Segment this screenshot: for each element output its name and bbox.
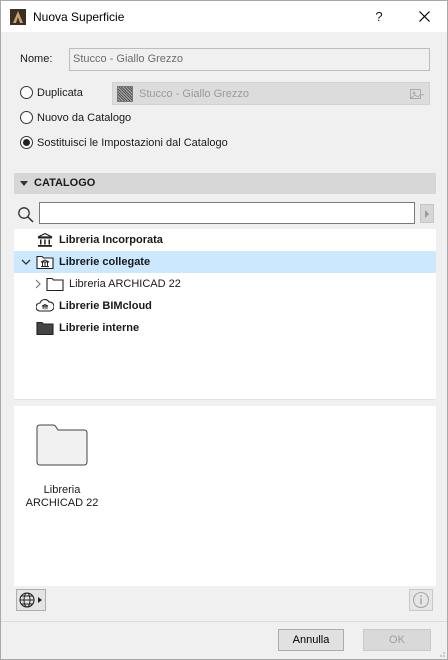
chevron-right-icon[interactable] <box>33 279 43 289</box>
search-icon <box>18 207 34 223</box>
duplicate-source-field: Stucco - Giallo Grezzo <box>112 82 430 105</box>
resize-grip-icon[interactable] <box>437 649 445 657</box>
splitter[interactable] <box>14 399 436 400</box>
radio-new-from-catalog[interactable] <box>20 111 33 124</box>
info-button[interactable] <box>409 589 433 611</box>
help-button[interactable]: ? <box>367 5 391 29</box>
content-bottom-bar <box>14 586 436 614</box>
tree-item-label: Libreria Incorporata <box>59 234 163 246</box>
close-icon <box>418 11 430 22</box>
library-icon <box>37 232 53 247</box>
library-menu-button[interactable] <box>16 589 46 611</box>
radio-new-from-catalog-label: Nuovo da Catalogo <box>37 112 132 124</box>
folder-icon <box>36 424 88 466</box>
material-swatch-icon <box>117 86 133 102</box>
library-tree[interactable]: Libreria Incorporata Librerie collegate <box>14 229 436 399</box>
globe-icon <box>19 592 42 608</box>
name-label: Nome: <box>20 53 53 65</box>
cancel-button[interactable]: Annulla <box>278 629 344 651</box>
archicad-app-icon <box>10 9 26 25</box>
tree-item-internal-libraries[interactable]: Librerie interne <box>14 317 436 339</box>
collapse-arrow-icon <box>20 181 28 186</box>
tree-item-bimcloud-libraries[interactable]: Librerie BIMcloud <box>14 295 436 317</box>
folder-filled-icon <box>36 321 54 336</box>
dialog-window: Nuova Superficie ? Nome: Stucco - Giallo… <box>0 0 448 660</box>
chevron-down-icon[interactable] <box>21 257 31 267</box>
bimcloud-icon <box>36 299 54 312</box>
radio-replace-settings[interactable] <box>20 136 33 149</box>
catalog-search-input[interactable] <box>39 202 415 224</box>
linked-library-icon <box>36 255 54 270</box>
library-content-panel: Libreria ARCHICAD 22 <box>14 406 436 586</box>
radio-duplicate-label: Duplicata <box>37 87 83 99</box>
folder-icon <box>46 277 64 292</box>
radio-replace-settings-label: Sostituisci le Impostazioni dal Catalogo <box>37 137 228 149</box>
catalog-section-header[interactable]: CATALOGO <box>14 173 436 194</box>
info-icon <box>412 591 430 609</box>
catalog-section-title: CATALOGO <box>34 177 96 189</box>
content-item-label: Libreria ARCHICAD 22 <box>25 484 99 509</box>
name-field[interactable]: Stucco - Giallo Grezzo <box>69 48 430 71</box>
content-item-archicad-library[interactable]: Libreria ARCHICAD 22 <box>14 406 110 516</box>
title-bar: Nuova Superficie ? <box>1 1 447 32</box>
tree-item-label: Librerie collegate <box>59 256 151 268</box>
footer-separator <box>1 621 447 622</box>
tree-item-label: Libreria ARCHICAD 22 <box>69 278 181 290</box>
dialog-title: Nuova Superficie <box>33 10 125 24</box>
tree-item-linked-libraries[interactable]: Librerie collegate <box>14 251 436 273</box>
close-button[interactable] <box>411 5 437 29</box>
duplicate-source-value: Stucco - Giallo Grezzo <box>139 88 250 100</box>
tree-item-label: Librerie interne <box>59 322 140 334</box>
tree-item-archicad-library[interactable]: Libreria ARCHICAD 22 <box>14 273 436 295</box>
material-picker-icon <box>410 89 424 99</box>
tree-item-label: Librerie BIMcloud <box>59 300 152 312</box>
ok-button[interactable]: OK <box>363 629 431 651</box>
search-arrow-button[interactable] <box>420 204 434 223</box>
radio-duplicate[interactable] <box>20 86 33 99</box>
tree-item-embedded-library[interactable]: Libreria Incorporata <box>14 229 436 251</box>
